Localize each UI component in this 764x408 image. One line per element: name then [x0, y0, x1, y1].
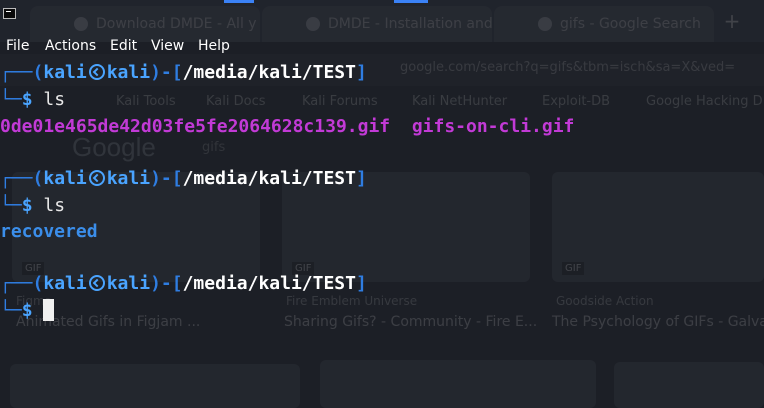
menu-edit[interactable]: Edit: [110, 36, 137, 56]
menu-file[interactable]: File: [6, 36, 29, 56]
menu-help[interactable]: Help: [198, 36, 230, 56]
browser-url: google.com/search?q=gifs&tbm=isch&sa=X&v…: [400, 60, 736, 75]
prompt-line: ┌──(kali kali)-[/media/kali/TEST]: [0, 273, 367, 294]
prompt-user: kali: [43, 62, 87, 83]
bookmark-item: Exploit-DB: [542, 94, 611, 109]
image-result-card: [320, 360, 596, 408]
prompt-line: ┌──(kali kali)-[/media/kali/TEST]: [0, 62, 367, 83]
output-line: 0de01e465de42d03fe5fe2064628c139.gif gif…: [0, 114, 574, 140]
bookmarks-bar: Kali Tools Kali Docs Kali Forums Kali Ne…: [0, 90, 764, 114]
tab-favicon-icon: [538, 17, 552, 31]
prompt-user: kali: [43, 273, 87, 294]
file-entry: 0de01e465de42d03fe5fe2064628c139.gif: [0, 116, 391, 137]
command-line: └─$ ls: [0, 195, 66, 216]
file-entry: gifs-on-cli.gif: [411, 116, 575, 137]
output-line: recovered: [0, 219, 98, 245]
kali-dragon-icon: [88, 275, 105, 291]
card-title: Sharing Gifs? - Community - Fire E...: [284, 314, 538, 330]
prompt-host: kali: [106, 273, 151, 294]
command-line: └─$: [0, 298, 54, 324]
prompt-path: /media/kali/TEST: [182, 62, 356, 83]
terminal-cursor[interactable]: [42, 299, 54, 321]
prompt-host: kali: [106, 62, 151, 83]
bookmark-item: Google Hacking D: [646, 94, 763, 109]
prompt-path: /media/kali/TEST: [182, 273, 356, 294]
bookmark-item: Kali Forums: [302, 94, 378, 109]
command-text: ls: [43, 89, 66, 110]
prompt-user: kali: [43, 168, 87, 189]
card-title: The Psychology of GIFs - Galva: [552, 314, 764, 330]
prompt-host: kali: [106, 168, 151, 189]
new-tab-icon: +: [723, 9, 741, 33]
kali-dragon-icon: [88, 64, 105, 80]
card-source: Goodside Action: [556, 294, 654, 308]
window-highlight: [394, 0, 428, 3]
kali-dragon-icon: [88, 170, 105, 186]
window-highlight: [224, 0, 254, 3]
gif-badge: GIF: [562, 262, 585, 275]
menu-view[interactable]: View: [151, 36, 184, 56]
image-result-card: [614, 362, 764, 408]
terminal-app-icon: [3, 8, 16, 19]
browser-tab: DMDE - Installation and: [262, 6, 492, 42]
command-line: └─$ ls: [0, 89, 66, 110]
bookmark-item: Kali NetHunter: [412, 94, 508, 109]
bookmark-item: Kali Tools: [116, 94, 176, 109]
tab-favicon-icon: [306, 17, 320, 31]
search-query-text: gifs: [202, 140, 226, 155]
menu-actions[interactable]: Actions: [45, 36, 96, 56]
prompt-line: ┌──(kali kali)-[/media/kali/TEST]: [0, 168, 367, 189]
command-text: ls: [43, 195, 66, 216]
tab-favicon-icon: [74, 17, 88, 31]
prompt-path: /media/kali/TEST: [182, 168, 356, 189]
browser-tab: gifs - Google Search: [494, 6, 714, 42]
directory-entry: recovered: [0, 221, 98, 242]
image-result-card: [552, 172, 764, 282]
image-result-card: [10, 364, 300, 408]
bookmark-item: Kali Docs: [206, 94, 266, 109]
